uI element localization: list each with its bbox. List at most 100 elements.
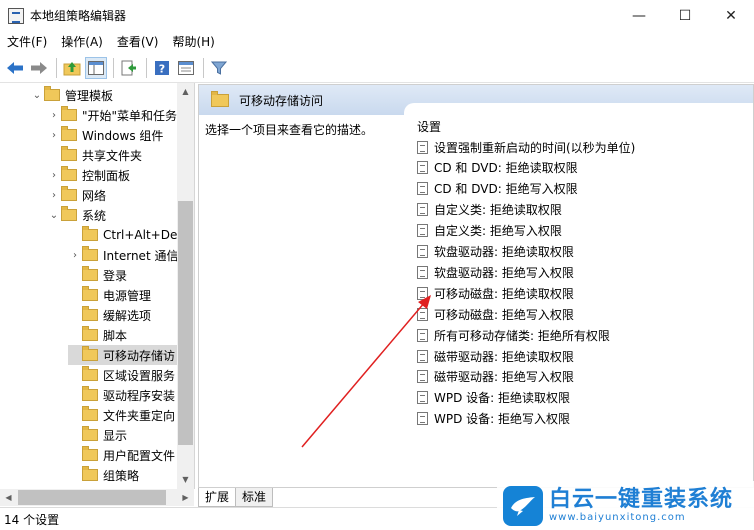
tree-item[interactable]: 可移动存储访 [68, 345, 177, 365]
folder-icon [44, 86, 60, 101]
tree-item-label: 显示 [103, 428, 128, 443]
export-icon[interactable] [118, 57, 140, 79]
folder-icon [82, 346, 98, 361]
scroll-left-icon[interactable]: ◀ [0, 493, 17, 502]
help-icon[interactable]: ? [151, 57, 173, 79]
setting-item[interactable]: 可移动磁盘: 拒绝读取权限 [417, 283, 574, 303]
tree-item-label: 区域设置服务 [103, 368, 176, 383]
tree-item[interactable]: › 网络 [47, 185, 106, 205]
chevron-down-icon[interactable]: ⌄ [30, 90, 44, 101]
folder-icon [82, 406, 98, 421]
setting-item-label: 软盘驱动器: 拒绝读取权限 [434, 245, 574, 259]
tab-extended[interactable]: 扩展 [198, 488, 237, 507]
menu-help[interactable]: 帮助(H) [165, 31, 221, 53]
tree-item[interactable]: Ctrl+Alt+Del [68, 225, 181, 245]
setting-item[interactable]: WPD 设备: 拒绝写入权限 [417, 409, 570, 429]
folder-icon [61, 146, 77, 161]
tree-item[interactable]: 驱动程序安装 [68, 385, 175, 405]
maximize-button[interactable]: ☐ [662, 0, 708, 31]
folder-icon [82, 466, 98, 481]
tree-item[interactable]: 缓解选项 [68, 305, 151, 325]
tree-item-label: "开始"菜单和任务 [82, 108, 178, 123]
tree-item-label: 管理模板 [65, 88, 114, 103]
scroll-thumb[interactable] [178, 201, 193, 445]
menu-file[interactable]: 文件(F) [0, 31, 54, 53]
panel-header-title: 可移动存储访问 [239, 93, 324, 108]
tree-item[interactable]: 组策略 [68, 465, 139, 485]
filter-icon[interactable] [208, 57, 230, 79]
tree-item[interactable]: › "开始"菜单和任务 [47, 105, 177, 125]
menu-action[interactable]: 操作(A) [54, 31, 110, 53]
setting-item[interactable]: 软盘驱动器: 拒绝写入权限 [417, 262, 574, 282]
setting-item-label: WPD 设备: 拒绝读取权限 [434, 391, 571, 406]
policy-setting-icon [417, 182, 428, 196]
tree-item[interactable]: 共享文件夹 [47, 145, 142, 165]
setting-item[interactable]: 磁带驱动器: 拒绝写入权限 [417, 367, 574, 387]
chevron-right-icon[interactable]: › [68, 250, 82, 261]
folder-icon [82, 266, 98, 281]
scroll-up-icon[interactable]: ▲ [177, 87, 194, 96]
watermark-name: 白云一键重装系统 [549, 487, 734, 512]
tree-item[interactable]: ⌄ 管理模板 [30, 85, 113, 105]
folder-icon [82, 306, 98, 321]
column-header-setting[interactable]: 设置 [417, 118, 441, 135]
tree-item[interactable]: › 控制面板 [47, 165, 130, 185]
tree-item[interactable]: ⌄ 系统 [47, 205, 106, 225]
chevron-right-icon[interactable]: › [47, 110, 61, 121]
policy-setting-icon [417, 245, 428, 258]
close-button[interactable]: ✕ [708, 0, 754, 31]
chevron-right-icon[interactable]: › [47, 190, 61, 201]
toolbar-separator [146, 57, 147, 78]
setting-item[interactable]: 设置强制重新启动的时间(以秒为单位) [417, 137, 635, 157]
tree-horizontal-scrollbar[interactable]: ◀ ▶ [0, 489, 194, 506]
tab-standard[interactable]: 标准 [235, 488, 274, 507]
tree-item[interactable]: 用户配置文件 [68, 445, 175, 465]
minimize-button[interactable]: — [616, 0, 662, 31]
setting-item-label: 可移动磁盘: 拒绝写入权限 [434, 307, 574, 322]
tree-item[interactable]: › Windows 组件 [47, 125, 163, 145]
tree-item-label: 可移动存储访 [103, 348, 176, 363]
tree-item[interactable]: 登录 [68, 265, 127, 285]
toolbar-separator [203, 57, 204, 78]
up-folder-icon[interactable] [61, 57, 83, 79]
scroll-right-icon[interactable]: ▶ [177, 493, 194, 502]
chevron-right-icon[interactable]: › [47, 170, 61, 181]
tree-item-label: 脚本 [103, 328, 128, 343]
chevron-right-icon[interactable]: › [47, 130, 61, 141]
tree-item[interactable]: 区域设置服务 [68, 365, 175, 385]
policy-setting-icon [417, 161, 428, 175]
menu-view[interactable]: 查看(V) [110, 31, 166, 53]
setting-item[interactable]: 软盘驱动器: 拒绝读取权限 [417, 242, 574, 262]
folder-icon [82, 226, 98, 241]
policy-setting-icon [417, 370, 428, 384]
tree-item-label: 缓解选项 [103, 308, 152, 323]
tree-item-label: 登录 [103, 268, 128, 283]
setting-item[interactable]: 自定义类: 拒绝写入权限 [417, 221, 562, 241]
setting-item[interactable]: CD 和 DVD: 拒绝写入权限 [417, 179, 578, 199]
policy-setting-icon [417, 307, 428, 321]
scroll-down-icon[interactable]: ▼ [177, 475, 194, 484]
setting-item[interactable]: WPD 设备: 拒绝读取权限 [417, 388, 570, 408]
back-arrow-icon[interactable] [4, 57, 26, 79]
setting-item[interactable]: 磁带驱动器: 拒绝读取权限 [417, 346, 574, 366]
scroll-thumb[interactable] [18, 490, 166, 505]
tree-item[interactable]: 脚本 [68, 325, 127, 345]
setting-item[interactable]: 所有可移动存储类: 拒绝所有权限 [417, 325, 610, 345]
description-text: 选择一个项目来查看它的描述。 [205, 123, 374, 137]
tree-item[interactable]: 电源管理 [68, 285, 151, 305]
chevron-down-icon[interactable]: ⌄ [47, 210, 61, 221]
tree-item[interactable]: 显示 [68, 425, 127, 445]
properties-icon[interactable] [175, 57, 197, 79]
tree-item-label: 电源管理 [103, 288, 152, 303]
forward-arrow-icon[interactable] [28, 57, 50, 79]
folder-icon [82, 446, 98, 461]
tree-vertical-scrollbar[interactable]: ▲ ▼ [177, 83, 194, 489]
status-text: 14 个设置 [4, 512, 60, 527]
tree-item[interactable]: › Internet 通信 [68, 245, 178, 265]
show-hide-tree-icon[interactable] [85, 56, 107, 79]
setting-item[interactable]: CD 和 DVD: 拒绝读取权限 [417, 158, 578, 178]
toolbar-separator [56, 57, 57, 78]
tree-item[interactable]: 文件夹重定向 [68, 405, 175, 425]
setting-item[interactable]: 自定义类: 拒绝读取权限 [417, 200, 562, 220]
setting-item[interactable]: 可移动磁盘: 拒绝写入权限 [417, 304, 574, 324]
